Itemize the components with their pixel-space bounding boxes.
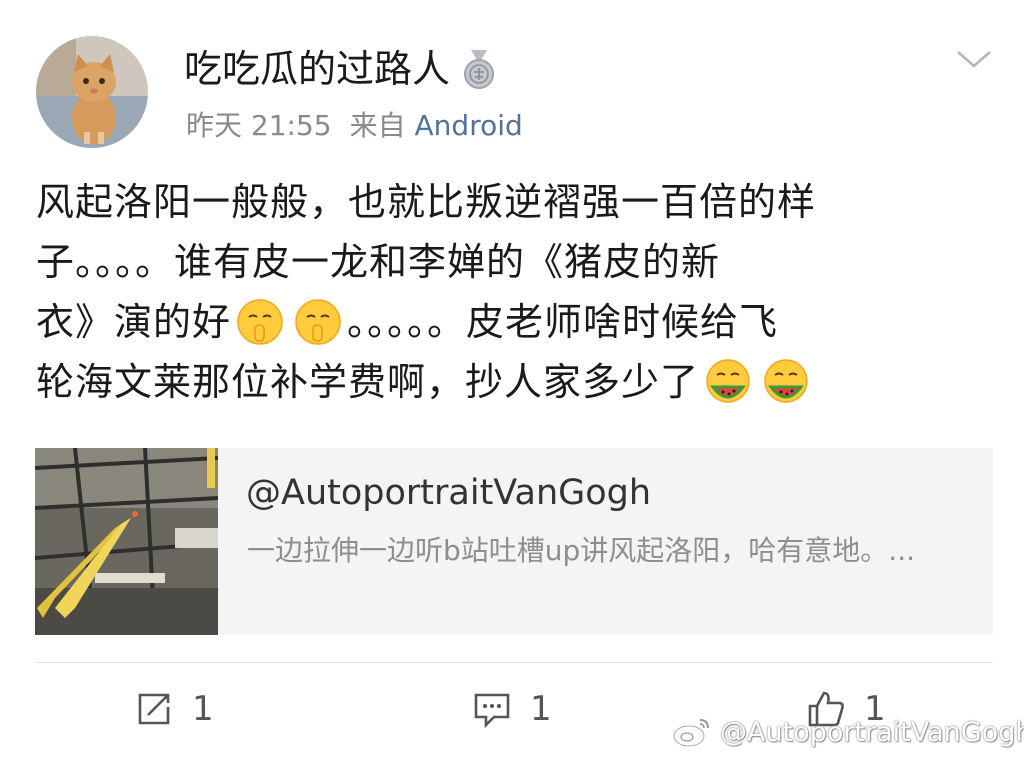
shush-emoji-icon <box>293 297 343 347</box>
repost-card[interactable]: @AutoportraitVanGogh 一边拉伸一边听b站吐槽up讲风起洛阳，… <box>35 448 993 635</box>
repost-count: 1 <box>192 689 214 729</box>
weibo-watermark: @AutoportraitVanGogh <box>672 716 1024 748</box>
comment-button[interactable]: 1 <box>472 686 552 732</box>
repost-text: 一边拉伸一边听b站吐槽up讲风起洛阳，哈有意地。... <box>247 534 915 567</box>
watermelon-emoji-icon <box>761 357 811 407</box>
weibo-logo-icon <box>672 719 709 748</box>
repost-thumbnail <box>35 448 218 635</box>
repost-button[interactable]: 1 <box>134 686 214 732</box>
post-line-with-emoji: 衣》演的好 。。。。。皮老师啥时候给飞 <box>36 292 996 352</box>
post-line: 子。。。。谁有皮一龙和李婵的《猪皮的新 <box>36 240 721 284</box>
post-time: 昨天 21:55 <box>186 109 332 142</box>
post-source: 来自 Android <box>350 106 523 146</box>
post-meta: 昨天 21:55 来自 Android <box>186 106 523 146</box>
username[interactable]: 吃吃瓜的过路人 <box>184 44 450 94</box>
comment-count: 1 <box>530 689 552 729</box>
avatar[interactable] <box>36 36 148 148</box>
post-line-text: 。。。。。皮老师啥时候给飞 <box>347 300 779 344</box>
watermelon-emoji-icon <box>703 357 753 407</box>
post-line-with-emoji: 轮海文莱那位补学费啊，抄人家多少了 <box>36 352 996 412</box>
shush-emoji-icon <box>235 297 285 347</box>
source-prefix: 来自 <box>349 109 406 142</box>
repost-handle[interactable]: @AutoportraitVanGogh <box>246 470 651 516</box>
divider <box>35 662 993 663</box>
repost-icon <box>138 693 170 725</box>
post-text: 风起洛阳一般般，也就比叛逆褶强一百倍的样 子。。。。谁有皮一龙和李婵的《猪皮的新… <box>36 172 996 412</box>
medal-icon[interactable] <box>462 48 496 90</box>
post-line: 风起洛阳一般般，也就比叛逆褶强一百倍的样 <box>36 180 817 224</box>
comment-icon <box>474 693 510 729</box>
username-row: 吃吃瓜的过路人 <box>184 44 496 94</box>
chevron-down-icon[interactable] <box>954 44 994 74</box>
watermark-text: @AutoportraitVanGogh <box>720 716 1024 748</box>
post-line-text: 衣》演的好 <box>36 300 232 344</box>
source-app-link[interactable]: Android <box>415 109 523 142</box>
post-line-text: 轮海文莱那位补学费啊，抄人家多少了 <box>36 360 700 404</box>
weibo-post: 吃吃瓜的过路人 昨天 21:55 来自 Android 风起洛阳一般般，也就比叛… <box>0 0 1024 761</box>
